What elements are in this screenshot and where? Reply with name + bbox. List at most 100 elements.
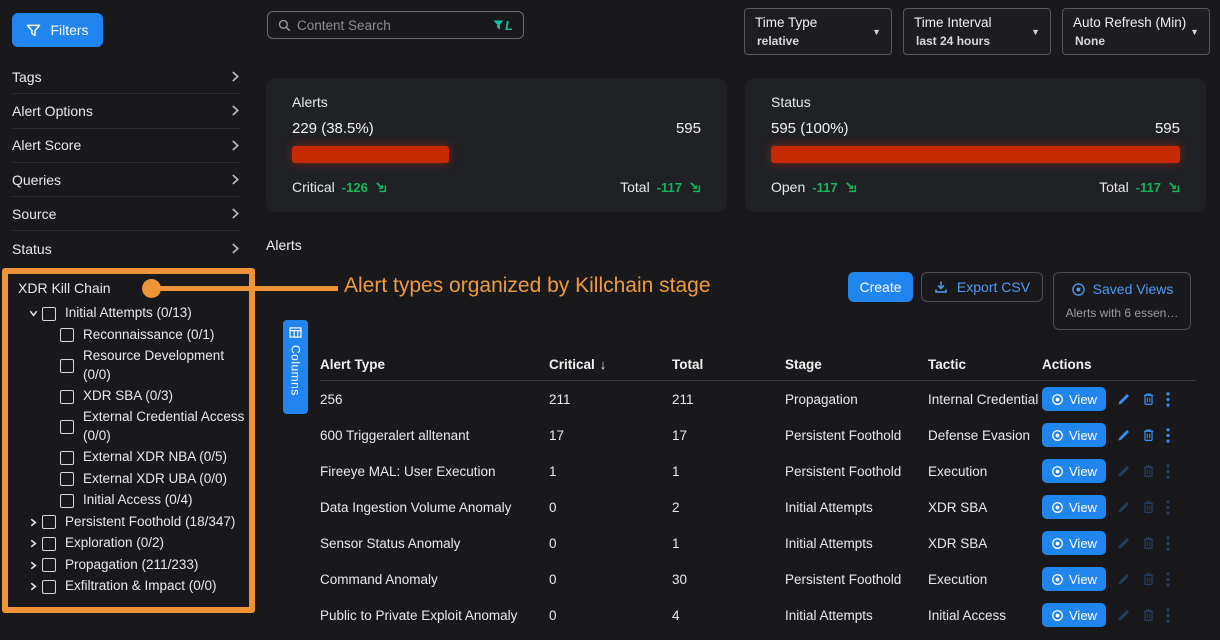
trend-down-icon <box>845 181 857 193</box>
sort-down-icon: ↓ <box>600 357 607 372</box>
view-button[interactable]: View <box>1042 423 1106 447</box>
checkbox[interactable] <box>42 558 56 572</box>
sidebar-item-label: Source <box>12 206 56 222</box>
sidebar-item[interactable]: Tags <box>12 60 240 94</box>
view-button[interactable]: View <box>1042 495 1106 519</box>
filter-funnel-icon <box>26 24 41 37</box>
table-header-label: Stage <box>785 357 822 372</box>
killchain-tree-item[interactable]: Exfiltration & Impact (0/0) <box>8 576 251 598</box>
checkbox[interactable] <box>42 580 56 594</box>
delete-trash-icon[interactable] <box>1142 428 1155 442</box>
view-button-label: View <box>1069 392 1097 407</box>
saved-views-button[interactable]: Saved Views Alerts with 6 essen… <box>1053 272 1191 330</box>
tactic-cell: Internal Credential <box>928 392 1042 407</box>
view-button[interactable]: View <box>1042 387 1106 411</box>
table-header-cell[interactable]: Alert Type ↓ <box>320 357 549 372</box>
delete-trash-icon[interactable] <box>1142 536 1155 550</box>
edit-pencil-icon[interactable] <box>1117 536 1131 550</box>
killchain-tree-item[interactable]: XDR SBA (0/3) <box>8 386 251 408</box>
checkbox[interactable] <box>42 537 56 551</box>
delete-trash-icon[interactable] <box>1142 464 1155 478</box>
killchain-item-label: External Credential Access (0/0) <box>83 407 251 447</box>
columns-button[interactable]: Columns <box>283 320 308 414</box>
lucene-query-icon[interactable]: L <box>493 18 513 33</box>
sidebar-item[interactable]: Queries <box>12 163 240 197</box>
delete-trash-icon[interactable] <box>1142 392 1155 406</box>
expander-chevron-icon[interactable] <box>28 581 42 592</box>
table-grid-icon <box>289 327 302 338</box>
more-options-kebab-icon[interactable] <box>1166 392 1170 407</box>
killchain-section-title: XDR Kill Chain <box>18 280 111 296</box>
sidebar-item[interactable]: Status <box>12 231 240 265</box>
killchain-tree-item[interactable]: Initial Attempts (0/13) <box>8 303 251 325</box>
table-header-cell[interactable]: Critical ↓ <box>549 357 672 372</box>
table-header-cell[interactable]: Stage ↓ <box>785 357 928 372</box>
more-options-kebab-icon[interactable] <box>1166 572 1170 587</box>
view-button[interactable]: View <box>1042 531 1106 555</box>
more-options-kebab-icon[interactable] <box>1166 500 1170 515</box>
expander-chevron-icon[interactable] <box>28 517 42 528</box>
view-button[interactable]: View <box>1042 567 1106 591</box>
table-header-cell[interactable]: Actions ↓ <box>1042 357 1196 372</box>
view-button-label: View <box>1069 572 1097 587</box>
more-options-kebab-icon[interactable] <box>1166 536 1170 551</box>
edit-pencil-icon[interactable] <box>1117 608 1131 622</box>
checkbox[interactable] <box>42 307 56 321</box>
killchain-tree-item[interactable]: Resource Development (0/0) <box>8 346 251 386</box>
view-button[interactable]: View <box>1042 603 1106 627</box>
card-left-value: 229 (38.5%) <box>292 120 374 137</box>
killchain-tree-item[interactable]: Propagation (211/233) <box>8 555 251 577</box>
sidebar-item[interactable]: Alert Options <box>12 94 240 128</box>
killchain-tree-item[interactable]: Exploration (0/2) <box>8 533 251 555</box>
killchain-tree-item[interactable]: External XDR UBA (0/0) <box>8 469 251 491</box>
checkbox[interactable] <box>60 328 74 342</box>
expander-chevron-icon[interactable] <box>28 538 42 549</box>
dropdown[interactable]: Time Type relative ▼ <box>744 8 892 55</box>
edit-pencil-icon[interactable] <box>1117 392 1131 406</box>
alerts-section-title: Alerts <box>266 237 302 253</box>
table-body: 256 211 211 Propagation Internal Credent… <box>320 381 1196 633</box>
dropdown[interactable]: Auto Refresh (Min) None ▼ <box>1062 8 1210 55</box>
killchain-tree-item[interactable]: Reconnaissance (0/1) <box>8 325 251 347</box>
killchain-tree-item[interactable]: Initial Access (0/4) <box>8 490 251 512</box>
checkbox[interactable] <box>60 359 74 373</box>
checkbox[interactable] <box>60 420 74 434</box>
checkbox[interactable] <box>60 494 74 508</box>
critical-cell: 17 <box>549 428 672 443</box>
killchain-tree-item[interactable]: External Credential Access (0/0) <box>8 407 251 447</box>
search-input[interactable] <box>297 18 487 33</box>
edit-pencil-icon[interactable] <box>1117 428 1131 442</box>
checkbox[interactable] <box>60 451 74 465</box>
checkbox[interactable] <box>42 515 56 529</box>
edit-pencil-icon[interactable] <box>1117 464 1131 478</box>
table-header-cell[interactable]: Tactic ↓ <box>928 357 1042 372</box>
tactic-cell: Defense Evasion <box>928 428 1042 443</box>
more-options-kebab-icon[interactable] <box>1166 464 1170 479</box>
sidebar-item[interactable]: Alert Score <box>12 129 240 163</box>
table-header-cell[interactable]: Total ↓ <box>672 357 785 372</box>
view-button[interactable]: View <box>1042 459 1106 483</box>
tactic-cell: Execution <box>928 572 1042 587</box>
eye-icon <box>1051 610 1064 621</box>
killchain-tree-item[interactable]: Persistent Foothold (18/347) <box>8 512 251 534</box>
saved-views-subtext: Alerts with 6 essen… <box>1054 306 1190 320</box>
killchain-tree-item[interactable]: External XDR NBA (0/5) <box>8 447 251 469</box>
checkbox[interactable] <box>60 472 74 486</box>
more-options-kebab-icon[interactable] <box>1166 428 1170 443</box>
expander-chevron-icon[interactable] <box>28 308 42 319</box>
export-csv-button[interactable]: Export CSV <box>921 272 1043 302</box>
delete-trash-icon[interactable] <box>1142 500 1155 514</box>
more-options-kebab-icon[interactable] <box>1166 608 1170 623</box>
edit-pencil-icon[interactable] <box>1117 500 1131 514</box>
dropdown[interactable]: Time Interval last 24 hours ▼ <box>903 8 1051 55</box>
sidebar-item[interactable]: Source <box>12 197 240 231</box>
create-button[interactable]: Create <box>848 272 913 302</box>
alert-type-cell: Sensor Status Anomaly <box>320 536 549 551</box>
expander-chevron-icon[interactable] <box>28 560 42 571</box>
filters-button[interactable]: Filters <box>12 13 103 47</box>
caret-down-icon: ▼ <box>1031 27 1040 37</box>
edit-pencil-icon[interactable] <box>1117 572 1131 586</box>
delete-trash-icon[interactable] <box>1142 572 1155 586</box>
delete-trash-icon[interactable] <box>1142 608 1155 622</box>
checkbox[interactable] <box>60 390 74 404</box>
